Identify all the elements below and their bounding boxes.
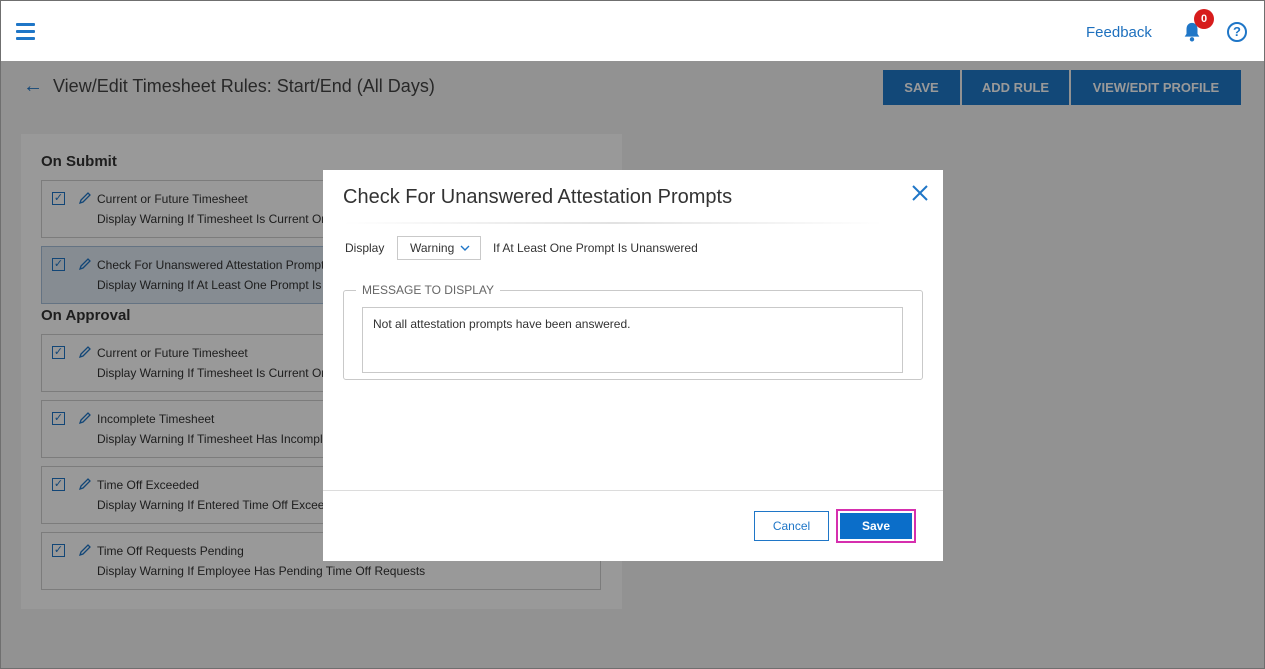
chevron-down-icon	[460, 245, 470, 251]
dialog-save-button[interactable]: Save	[836, 509, 916, 543]
top-bar: Feedback 0 ?	[1, 1, 1264, 61]
message-legend: MESSAGE TO DISPLAY	[356, 283, 501, 297]
severity-value: Warning	[410, 241, 455, 255]
app-window: Feedback 0 ? ← View/Edit Timesheet Rules…	[0, 0, 1265, 669]
help-icon[interactable]: ?	[1227, 22, 1247, 42]
cancel-button[interactable]: Cancel	[754, 511, 829, 541]
feedback-link[interactable]: Feedback	[1086, 24, 1152, 41]
menu-icon[interactable]	[16, 23, 35, 41]
message-textarea[interactable]: Not all attestation prompts have been an…	[362, 307, 903, 373]
title-divider	[343, 222, 883, 224]
condition-text: If At Least One Prompt Is Unanswered	[493, 241, 698, 255]
close-icon[interactable]	[909, 182, 931, 204]
notification-badge: 0	[1194, 9, 1214, 29]
dialog-save-label: Save	[840, 513, 912, 539]
footer-divider	[323, 490, 943, 491]
rule-edit-dialog: Check For Unanswered Attestation Prompts…	[323, 170, 943, 561]
dialog-title: Check For Unanswered Attestation Prompts	[343, 186, 733, 208]
severity-dropdown[interactable]: Warning	[397, 236, 481, 260]
message-fieldset: MESSAGE TO DISPLAY Not all attestation p…	[343, 283, 923, 380]
display-label: Display	[345, 241, 385, 255]
